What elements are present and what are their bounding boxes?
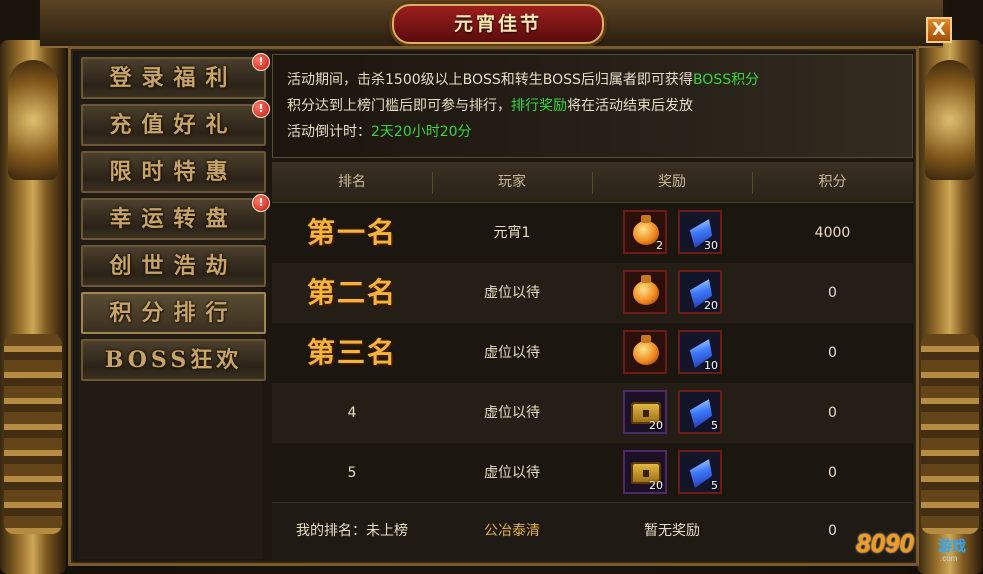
my-player-name: 公冶泰清 [484,523,540,539]
score-cell: 4000 [814,225,851,241]
item-quantity: 5 [711,479,718,492]
main-panel: 登录福利 ! 充值好礼 ! 限时特惠 幸运转盘 ! 创世浩劫 积分排行 BOSS… [68,46,919,566]
item-quantity: 30 [704,239,718,252]
blue-crystal-icon[interactable]: 20 [678,270,722,314]
my-rank-label: 我的排名：未上榜 [296,523,408,539]
ranking-description-suffix: 将在活动结束后发放 [567,98,693,114]
event-description-line: 活动期间，击杀1500级以上BOSS和转生BOSS后归属者即可获得BOSS积分 [287,67,898,93]
countdown-label: 活动倒计时： [287,124,371,140]
potion-graphic [633,335,659,365]
rank-cell: 5 [347,465,357,481]
countdown-value: 2天20小时20分 [371,124,472,140]
logo-text: 游戏 [938,538,966,554]
sidebar-item-recharge-gift[interactable]: 充值好礼 ! [81,100,270,146]
score-cell: 0 [828,405,837,421]
table-row: 第一名 元宵1 2 30 4000 [272,203,913,264]
item-quantity: 20 [649,419,663,432]
left-golden-statue [0,40,66,574]
sidebar-item-boss-carnival[interactable]: BOSS狂欢 [81,339,266,381]
item-quantity: 20 [704,299,718,312]
player-cell: 元宵1 [493,225,531,241]
sidebar-item-label: 充值好礼 [109,112,238,138]
sidebar-item-label: 登录福利 [109,65,238,91]
orange-potion-icon[interactable] [623,270,667,314]
item-quantity: 2 [656,239,663,252]
treasure-chest-icon[interactable]: 20 [623,390,667,434]
window-title-plate: 元宵佳节 [392,4,604,44]
header-player: 玩家 [498,174,526,190]
score-cell: 0 [828,285,837,301]
blue-crystal-icon[interactable]: 5 [678,450,722,494]
sidebar-item-limited-offer[interactable]: 限时特惠 [81,151,266,193]
window-title: 元宵佳节 [453,13,542,35]
my-rank-footer: 我的排名：未上榜 公冶泰清 暂无奖励 0 [272,502,913,560]
header-rank: 排名 [338,174,366,190]
alert-badge-icon: ! [252,100,270,118]
rank-cell: 第二名 [306,276,397,309]
site-logo: 8090 游戏 .com [856,522,976,570]
sidebar-item-points-ranking[interactable]: 积分排行 [81,292,266,334]
alert-badge-icon: ! [252,53,270,71]
event-description-text: 活动期间，击杀1500级以上BOSS和转生BOSS后归属者即可获得 [287,72,693,88]
player-cell: 虚位以待 [484,285,540,301]
score-cell: 0 [828,465,837,481]
my-reward: 暂无奖励 [644,523,700,539]
boss-points-highlight: BOSS积分 [692,72,760,88]
sidebar-item-label: 创世浩劫 [109,253,238,279]
table-row: 5 虚位以待 20 5 0 [272,443,913,504]
close-button[interactable]: X [926,17,952,43]
sidebar-item-label: 积分排行 [109,300,238,326]
table-row: 第二名 虚位以待 20 0 [272,263,913,324]
score-cell: 0 [828,345,837,361]
table-header: 排名 玩家 奖励 积分 [272,162,913,203]
ranking-table: 排名 玩家 奖励 积分 第一名 元宵1 2 30 4000 第二名 虚位以待 2… [272,162,913,560]
sidebar: 登录福利 ! 充值好礼 ! 限时特惠 幸运转盘 ! 创世浩劫 积分排行 BOSS… [79,53,270,559]
blue-crystal-icon[interactable]: 30 [678,210,722,254]
logo-sub: .com [940,554,958,563]
item-quantity: 5 [711,419,718,432]
player-cell: 虚位以待 [484,405,540,421]
orange-potion-icon[interactable] [623,330,667,374]
item-quantity: 20 [649,479,663,492]
sidebar-item-genesis-catastrophe[interactable]: 创世浩劫 [81,245,266,287]
blue-crystal-icon[interactable]: 10 [678,330,722,374]
blue-crystal-icon[interactable]: 5 [678,390,722,434]
right-golden-statue [917,40,983,574]
rank-cell: 4 [347,405,357,421]
sidebar-item-label: 限时特惠 [109,159,238,185]
player-cell: 虚位以待 [484,345,540,361]
ranking-reward-highlight: 排行奖励 [511,98,567,114]
countdown-line: 活动倒计时：2天20小时20分 [287,119,898,145]
logo-number: 8090 [856,528,914,558]
orange-potion-icon[interactable]: 2 [623,210,667,254]
ranking-description-text: 积分达到上榜门槛后即可参与排行， [287,98,511,114]
table-row: 4 虚位以待 20 5 0 [272,383,913,444]
table-row: 第三名 虚位以待 10 0 [272,323,913,384]
rank-cell: 第一名 [306,216,397,249]
event-info-panel: 活动期间，击杀1500级以上BOSS和转生BOSS后归属者即可获得BOSS积分 … [272,54,913,158]
header-score: 积分 [818,174,847,190]
player-cell: 虚位以待 [484,465,540,481]
alert-badge-icon: ! [252,194,270,212]
sidebar-item-label: BOSS狂欢 [104,347,243,373]
header-reward: 奖励 [658,174,686,190]
treasure-chest-icon[interactable]: 20 [623,450,667,494]
ranking-description-line: 积分达到上榜门槛后即可参与排行，排行奖励将在活动结束后发放 [287,93,898,119]
sidebar-item-login-bonus[interactable]: 登录福利 ! [81,53,270,99]
sidebar-item-label: 幸运转盘 [109,206,238,232]
potion-graphic [633,275,659,305]
rank-cell: 第三名 [306,336,397,369]
sidebar-item-lucky-wheel[interactable]: 幸运转盘 ! [81,194,270,240]
item-quantity: 10 [704,359,718,372]
